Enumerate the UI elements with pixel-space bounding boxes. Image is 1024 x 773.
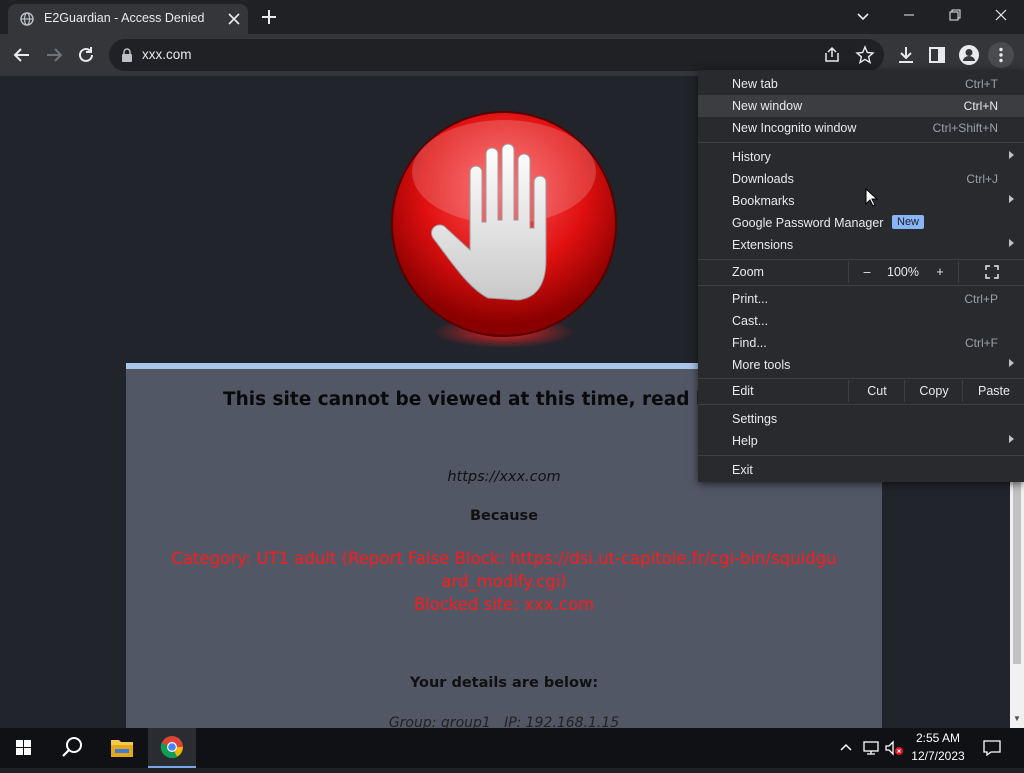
zoom-in-button[interactable]: + <box>922 261 958 283</box>
restore-button[interactable] <box>932 0 978 30</box>
blocked-site-line: Blocked site: xxx.com <box>413 595 595 614</box>
chevron-up-icon[interactable] <box>838 740 854 756</box>
menu-item-new-tab[interactable]: New tab Ctrl+T <box>698 73 1024 95</box>
new-badge: New <box>892 215 925 229</box>
zoom-level: 100% <box>887 265 919 279</box>
paste-button[interactable]: Paste <box>962 380 1024 402</box>
menu-item-more-tools[interactable]: More tools <box>698 354 1024 376</box>
search-icon <box>62 737 82 757</box>
block-reason: Category: UT1 adult (Report False Block:… <box>126 547 882 616</box>
menu-item-help[interactable]: Help <box>698 430 1024 452</box>
url-text[interactable]: xxx.com <box>142 47 192 62</box>
search-button[interactable] <box>48 728 96 768</box>
menu-divider <box>698 142 1024 143</box>
network-icon[interactable] <box>862 740 880 756</box>
window-close-button[interactable] <box>978 0 1024 30</box>
clock-time[interactable]: 2:55 AM <box>908 731 968 745</box>
menu-divider <box>698 285 1024 286</box>
menu-item-downloads[interactable]: Downloads Ctrl+J <box>698 168 1024 190</box>
start-button[interactable] <box>0 728 48 768</box>
taskbar: 2:55 AM 12/7/2023 <box>0 728 1024 768</box>
clock-date[interactable]: 12/7/2023 <box>908 749 968 763</box>
submenu-arrow-icon <box>1009 239 1014 247</box>
because-label: Because <box>469 508 539 524</box>
menu-item-extensions[interactable]: Extensions <box>698 234 1024 256</box>
tab-strip: E2Guardian - Access Denied <box>0 0 1024 34</box>
menu-item-cast[interactable]: Cast... <box>698 310 1024 332</box>
kebab-menu-icon[interactable] <box>987 41 1015 69</box>
folder-icon <box>111 740 133 757</box>
stop-hand-icon <box>391 111 617 348</box>
file-explorer-button[interactable] <box>98 728 146 768</box>
cut-button[interactable]: Cut <box>848 380 905 402</box>
reload-icon[interactable] <box>72 41 100 69</box>
menu-item-find[interactable]: Find... Ctrl+F <box>698 332 1024 354</box>
chrome-taskbar-button[interactable] <box>148 728 196 768</box>
menu-item-history[interactable]: History <box>698 146 1024 168</box>
bookmark-star-icon[interactable] <box>854 44 876 66</box>
submenu-arrow-icon <box>1009 195 1014 203</box>
share-icon[interactable] <box>821 44 843 66</box>
menu-item-exit[interactable]: Exit <box>698 459 1024 481</box>
address-bar[interactable]: xxx.com <box>109 39 884 71</box>
chrome-icon <box>160 736 183 759</box>
volume-muted-icon[interactable] <box>884 740 904 756</box>
menu-item-bookmarks[interactable]: Bookmarks <box>698 190 1024 212</box>
chevron-down-icon[interactable] <box>852 5 874 27</box>
menu-item-new-incognito[interactable]: New Incognito window Ctrl+Shift+N <box>698 117 1024 139</box>
scroll-down-arrow-icon[interactable]: ▼ <box>1013 714 1021 723</box>
download-icon[interactable] <box>892 41 920 69</box>
details-heading: Your details are below: <box>409 675 599 691</box>
zoom-out-button[interactable]: – <box>848 261 885 283</box>
menu-item-settings[interactable]: Settings <box>698 408 1024 430</box>
side-panel-icon[interactable] <box>923 41 951 69</box>
windows-logo-icon <box>16 740 31 755</box>
lock-icon[interactable] <box>121 48 133 62</box>
new-tab-button[interactable] <box>258 6 280 28</box>
menu-item-new-window[interactable]: New window Ctrl+N <box>698 95 1024 117</box>
profile-icon[interactable] <box>955 41 983 69</box>
fullscreen-icon <box>985 265 999 279</box>
globe-icon <box>20 12 34 26</box>
menu-divider <box>698 455 1024 456</box>
menu-divider <box>698 259 1024 260</box>
tab-title: E2Guardian - Access Denied <box>44 11 205 25</box>
submenu-arrow-icon <box>1009 359 1014 367</box>
menu-divider <box>698 378 1024 379</box>
mouse-cursor-icon <box>865 188 879 207</box>
fullscreen-button[interactable] <box>958 261 1024 283</box>
submenu-arrow-icon <box>1009 435 1014 443</box>
menu-item-print[interactable]: Print... Ctrl+P <box>698 288 1024 310</box>
menu-row-zoom: Zoom – 100% + <box>698 261 1024 283</box>
forward-arrow-icon[interactable] <box>40 41 68 69</box>
menu-row-edit: Edit Cut Copy Paste <box>698 380 1024 402</box>
menu-divider <box>698 404 1024 405</box>
minimize-button[interactable] <box>886 0 932 30</box>
tab-active[interactable]: E2Guardian - Access Denied <box>8 4 248 34</box>
menu-item-password-manager[interactable]: Google Password Manager New <box>698 212 1024 234</box>
user-details: Group: group1 IP: 192.168.1.15 <box>388 715 620 728</box>
block-reason-line: Category: UT1 adult (Report False Block:… <box>171 549 837 568</box>
close-icon[interactable] <box>224 9 244 29</box>
chrome-menu: New tab Ctrl+T New window Ctrl+N New Inc… <box>698 70 1024 482</box>
block-reason-line: ard_modify.cgi) <box>441 572 567 591</box>
back-arrow-icon[interactable] <box>8 41 36 69</box>
submenu-arrow-icon <box>1009 151 1014 159</box>
notification-icon[interactable] <box>982 739 1002 757</box>
copy-button[interactable]: Copy <box>904 380 963 402</box>
